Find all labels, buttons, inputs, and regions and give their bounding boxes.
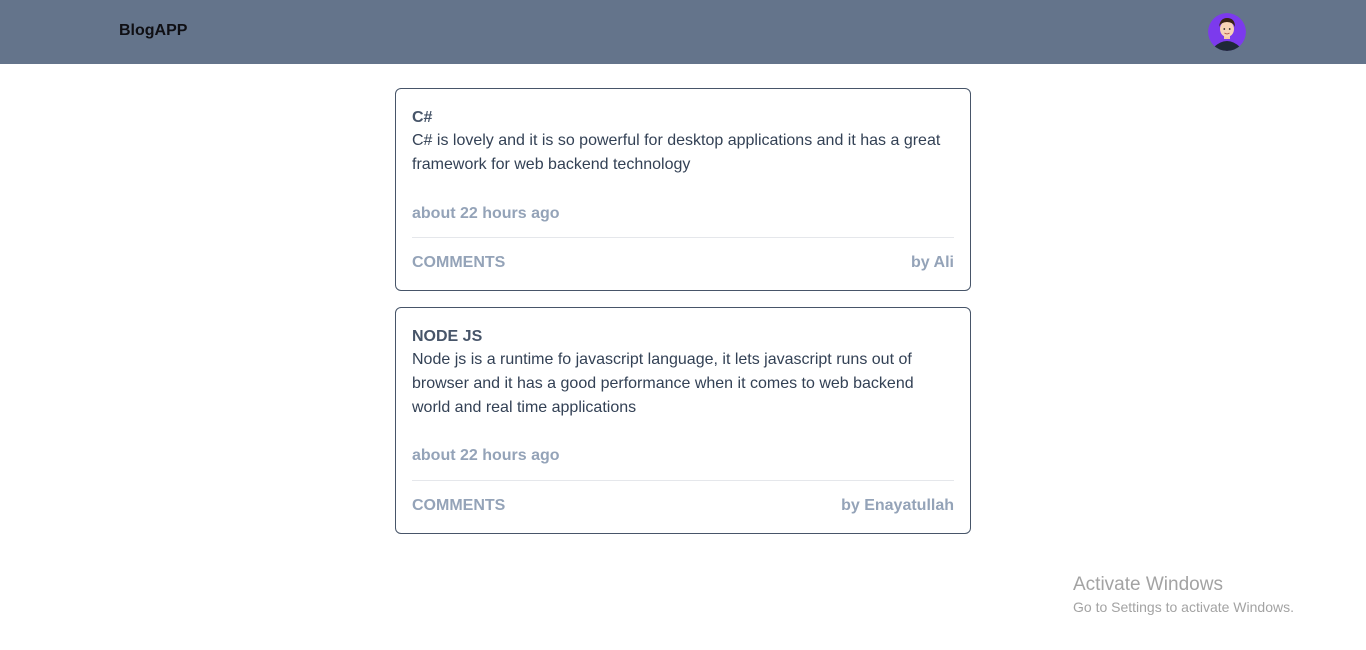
card-divider: [412, 237, 954, 238]
user-avatar-icon[interactable]: [1208, 13, 1246, 51]
post-card: NODE JS Node js is a runtime fo javascri…: [395, 307, 971, 534]
post-card: C# C# is lovely and it is so powerful fo…: [395, 88, 971, 291]
comments-link[interactable]: COMMENTS: [412, 496, 505, 516]
brand-logo-link[interactable]: BlogAPP: [119, 22, 187, 40]
card-divider: [412, 480, 954, 481]
watermark-title: Activate Windows: [1073, 574, 1223, 595]
post-timestamp: about 22 hours ago: [412, 205, 560, 222]
post-title: C#: [412, 109, 433, 126]
post-body: Node js is a runtime fo javascript langu…: [412, 351, 914, 416]
post-author: by Ali: [911, 254, 954, 271]
post-body: C# is lovely and it is so powerful for d…: [412, 132, 941, 173]
comments-link[interactable]: COMMENTS: [412, 253, 505, 273]
post-timestamp: about 22 hours ago: [412, 447, 560, 464]
post-author: by Enayatullah: [841, 497, 954, 514]
post-title: NODE JS: [412, 328, 483, 345]
navbar: BlogAPP: [0, 0, 1366, 64]
watermark-subtitle: Go to Settings to activate Windows.: [1073, 599, 1294, 615]
windows-activation-watermark: Activate Windows Go to Settings to activ…: [1073, 573, 1294, 617]
